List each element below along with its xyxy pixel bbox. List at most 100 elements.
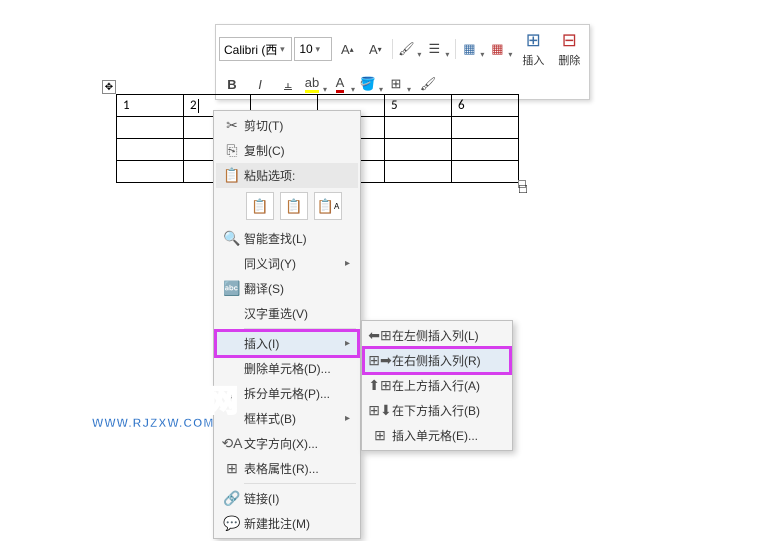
menu-smart-lookup[interactable]: 🔍 智能查找(L): [216, 226, 358, 251]
insert-submenu: ⬅⊞ 在左侧插入列(L) ⊞➡ 在右侧插入列(R) ⬆⊞ 在上方插入行(A) ⊞…: [361, 320, 513, 451]
underline-button[interactable]: ⫠: [275, 72, 301, 96]
menu-table-properties[interactable]: ⊞ 表格属性(R)...: [216, 456, 358, 481]
shrink-font-button[interactable]: A▾: [362, 37, 388, 61]
insert-button[interactable]: ⊞ 插入: [516, 28, 550, 70]
font-color-button[interactable]: A▾: [331, 72, 357, 96]
menu-hanzi-reselect[interactable]: 汉字重选(V): [216, 301, 358, 326]
insert-row-above-icon: ⬆⊞: [368, 376, 392, 396]
table-cell[interactable]: [385, 139, 452, 161]
table-cell[interactable]: [117, 139, 184, 161]
translate-icon: 🔤: [220, 279, 244, 299]
chevron-right-icon: ▸: [345, 338, 354, 349]
table-cell[interactable]: [117, 161, 184, 183]
menu-separator: [244, 483, 356, 484]
brush-icon: 🖌: [420, 76, 437, 92]
menu-new-comment[interactable]: 💬 新建批注(M): [216, 511, 358, 536]
highlight-icon: ab: [305, 75, 319, 93]
submenu-insert-above[interactable]: ⬆⊞ 在上方插入行(A): [364, 373, 510, 398]
chevron-right-icon: ▸: [345, 258, 354, 269]
delete-button[interactable]: ⊟ 删除: [552, 28, 586, 70]
dropdown-icon: ▾: [277, 44, 287, 55]
insert-col-right-icon: ⊞➡: [368, 351, 392, 371]
paint-bucket-icon: 🪣: [360, 76, 376, 92]
separator: [392, 39, 393, 59]
italic-button[interactable]: I: [247, 72, 273, 96]
format-painter-button[interactable]: 🖌: [415, 72, 441, 96]
table-move-handle[interactable]: ✥: [102, 80, 116, 94]
table-resize-handle[interactable]: □: [518, 180, 526, 188]
grid-icon: ▦: [463, 41, 475, 57]
table-cell[interactable]: [385, 117, 452, 139]
delete-label: 删除: [558, 52, 580, 68]
menu-cut[interactable]: ✂ 剪切(T): [216, 113, 358, 138]
chevron-right-icon: ▸: [345, 413, 354, 424]
insert-label: 插入: [522, 52, 544, 68]
delete-icon: ⊟: [562, 30, 577, 51]
table-cell[interactable]: 6: [452, 95, 519, 117]
font-name-select[interactable]: Calibri (西 ▾: [219, 37, 292, 61]
grow-font-button[interactable]: A▴: [334, 37, 360, 61]
font-size-select[interactable]: 10 ▾: [294, 37, 332, 61]
menu-paste-header: 📋 粘贴选项:: [216, 163, 358, 188]
table-cell[interactable]: [117, 117, 184, 139]
menu-synonyms[interactable]: 同义词(Y) ▸: [216, 251, 358, 276]
table-cell[interactable]: 5: [385, 95, 452, 117]
submenu-insert-right[interactable]: ⊞➡ 在右侧插入列(R): [364, 348, 510, 373]
link-icon: 🔗: [220, 489, 244, 509]
table-cell[interactable]: 1: [117, 95, 184, 117]
paste-keep-format[interactable]: 📋: [246, 192, 274, 220]
bullets-icon: ☰: [429, 41, 441, 57]
text-direction-icon: ⟲A: [220, 434, 244, 454]
menu-separator: [244, 328, 356, 329]
split-cells-icon: ⊞: [220, 384, 244, 404]
table-grid-button[interactable]: ▦▾: [460, 37, 486, 61]
paste-text-only[interactable]: 📋A: [314, 192, 342, 220]
font-color-icon: A: [336, 75, 345, 93]
insert-col-left-icon: ⬅⊞: [368, 326, 392, 346]
clipboard-icon: 📋: [220, 166, 244, 186]
dropdown-icon: ▾: [313, 44, 323, 55]
menu-insert[interactable]: 插入(I) ▸: [216, 331, 358, 356]
submenu-insert-below[interactable]: ⊞⬇ 在下方插入行(B): [364, 398, 510, 423]
menu-delete-cells[interactable]: 删除单元格(D)...: [216, 356, 358, 381]
context-menu: ✂ 剪切(T) ⎘ 复制(C) 📋 粘贴选项: 📋 📋 📋A 🔍 智能查找(L)…: [213, 110, 361, 539]
properties-icon: ⊞: [220, 459, 244, 479]
text-cursor: [198, 99, 199, 113]
border-icon: ⊞: [391, 76, 402, 92]
move-icon: ✥: [105, 82, 113, 93]
table-cell[interactable]: [385, 161, 452, 183]
bold-button[interactable]: B: [219, 72, 245, 96]
comment-icon: 💬: [220, 514, 244, 534]
brush-icon: 🖌: [398, 41, 415, 57]
table-cell[interactable]: [452, 161, 519, 183]
submenu-insert-cells[interactable]: ⊞ 插入单元格(E)...: [364, 423, 510, 448]
scissors-icon: ✂: [220, 116, 244, 136]
font-size-value: 10: [299, 42, 312, 56]
mini-toolbar: Calibri (西 ▾ 10 ▾ A▴ A▾ 🖌▾ ☰▾ ▦▾ ▦▾ ⊞ 插入…: [215, 24, 590, 100]
table-cell[interactable]: [452, 139, 519, 161]
submenu-insert-left[interactable]: ⬅⊞ 在左侧插入列(L): [364, 323, 510, 348]
insert-icon: ⊞: [526, 30, 541, 51]
menu-border-style[interactable]: 框样式(B) ▸: [216, 406, 358, 431]
menu-text-direction[interactable]: ⟲A 文字方向(X)...: [216, 431, 358, 456]
menu-split-cells[interactable]: ⊞ 拆分单元格(P)...: [216, 381, 358, 406]
insert-row-below-icon: ⊞⬇: [368, 401, 392, 421]
bullets-button[interactable]: ☰▾: [425, 37, 451, 61]
copy-icon: ⎘: [220, 141, 244, 161]
table-cell[interactable]: [452, 117, 519, 139]
insert-cells-icon: ⊞: [368, 426, 392, 446]
paste-merge-format[interactable]: 📋: [280, 192, 308, 220]
shading-button[interactable]: 🪣▾: [359, 72, 385, 96]
font-name-value: Calibri (西: [224, 41, 277, 58]
menu-translate[interactable]: 🔤 翻译(S): [216, 276, 358, 301]
format-painter-button[interactable]: 🖌▾: [397, 37, 423, 61]
search-icon: 🔍: [220, 229, 244, 249]
separator: [455, 39, 456, 59]
erase-grid-icon: ▦: [491, 41, 503, 57]
borders-button[interactable]: ⊞▾: [387, 72, 413, 96]
menu-copy[interactable]: ⎘ 复制(C): [216, 138, 358, 163]
menu-hyperlink[interactable]: 🔗 链接(I): [216, 486, 358, 511]
highlight-button[interactable]: ab▾: [303, 72, 329, 96]
paste-options-row: 📋 📋 📋A: [216, 188, 358, 226]
table-erase-button[interactable]: ▦▾: [488, 37, 514, 61]
